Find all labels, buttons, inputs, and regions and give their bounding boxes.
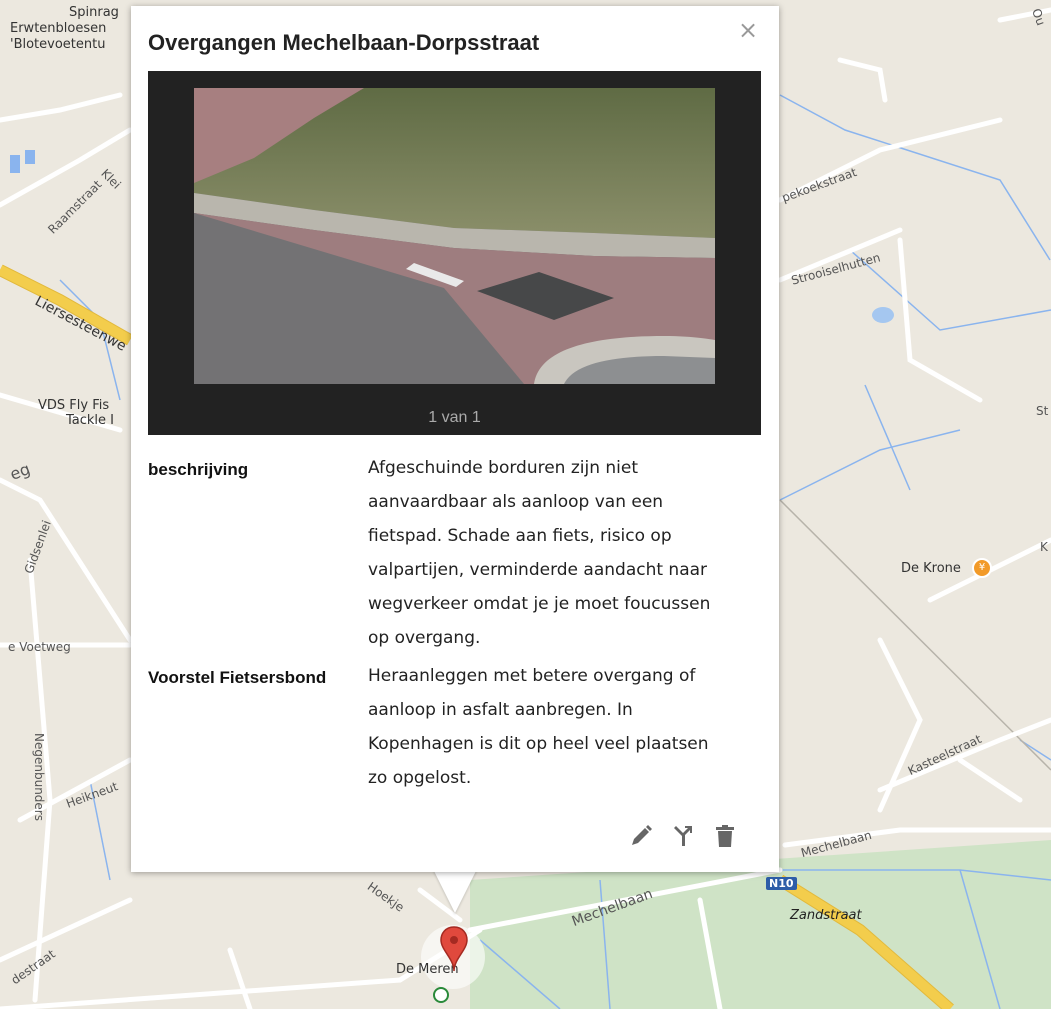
pencil-icon[interactable] <box>629 823 653 849</box>
value-line: fietspad. Schade aan fiets, risico op <box>368 526 672 546</box>
photo-viewer: 1 van 1 <box>148 71 761 435</box>
water-left-1 <box>10 155 20 173</box>
value-line: aanloop in asfalt aanbregen. In <box>368 700 633 720</box>
map-label-zandstraat: Zandstraat <box>790 908 862 923</box>
photo-image[interactable] <box>194 88 715 384</box>
value-line: Kopenhagen is dit op heel veel plaatsen <box>368 734 709 754</box>
map-label-vds-fly: VDS Fly Fis <box>38 398 110 413</box>
map-label-spinrag: Spinrag <box>69 5 119 20</box>
value-line: valpartijen, verminderde aandacht naar <box>368 560 708 580</box>
value-line: aanvaardbaar als aanloop van een <box>368 492 664 512</box>
map-label-k: K <box>1040 540 1048 554</box>
map-label-st: St <box>1036 404 1049 418</box>
trash-icon[interactable] <box>713 823 737 849</box>
restaurant-icon[interactable]: ¥ <box>972 558 992 578</box>
map-label-blotevoetentuin: 'Blotevoetentu <box>10 37 106 52</box>
property-value-voorstel: Heraanleggen met betere overgang of aanl… <box>368 659 763 795</box>
map-label-negenbunders: Negenbunders <box>31 733 46 821</box>
value-line: op overgang. <box>368 628 481 648</box>
property-value-beschrijving: Afgeschuinde borduren zijn niet aanvaard… <box>368 451 763 655</box>
road-shield-n10: N10 <box>766 877 797 890</box>
map-label-erwtenbloesem: Erwtenbloesen <box>10 21 107 36</box>
property-key-voorstel: Voorstel Fietsersbond <box>148 668 327 687</box>
value-line: Afgeschuinde borduren zijn niet <box>368 458 639 478</box>
photo-counter: 1 van 1 <box>428 409 481 426</box>
water-left-2 <box>25 150 35 164</box>
poi-dot <box>433 987 449 1003</box>
property-key-beschrijving: beschrijving <box>148 460 249 479</box>
pond <box>872 307 894 323</box>
map-label-tackle: Tackle I <box>66 413 115 428</box>
value-line: Heraanleggen met betere overgang of <box>368 666 696 686</box>
feature-popup: Overgangen Mechelbaan-Dorpsstraat × 1 va… <box>131 6 779 872</box>
value-line: wegverkeer omdat je je moet foucussen <box>368 594 711 614</box>
map-marker-icon[interactable] <box>438 925 470 973</box>
popup-tail <box>433 869 477 913</box>
popup-title: Overgangen Mechelbaan-Dorpsstraat <box>148 30 540 55</box>
close-icon[interactable]: × <box>736 18 760 42</box>
map-label-de-krone: De Krone <box>901 561 961 576</box>
map-label-voetweg: e Voetweg <box>8 640 71 654</box>
value-line: zo opgelost. <box>368 768 472 788</box>
branch-icon[interactable] <box>671 823 695 849</box>
